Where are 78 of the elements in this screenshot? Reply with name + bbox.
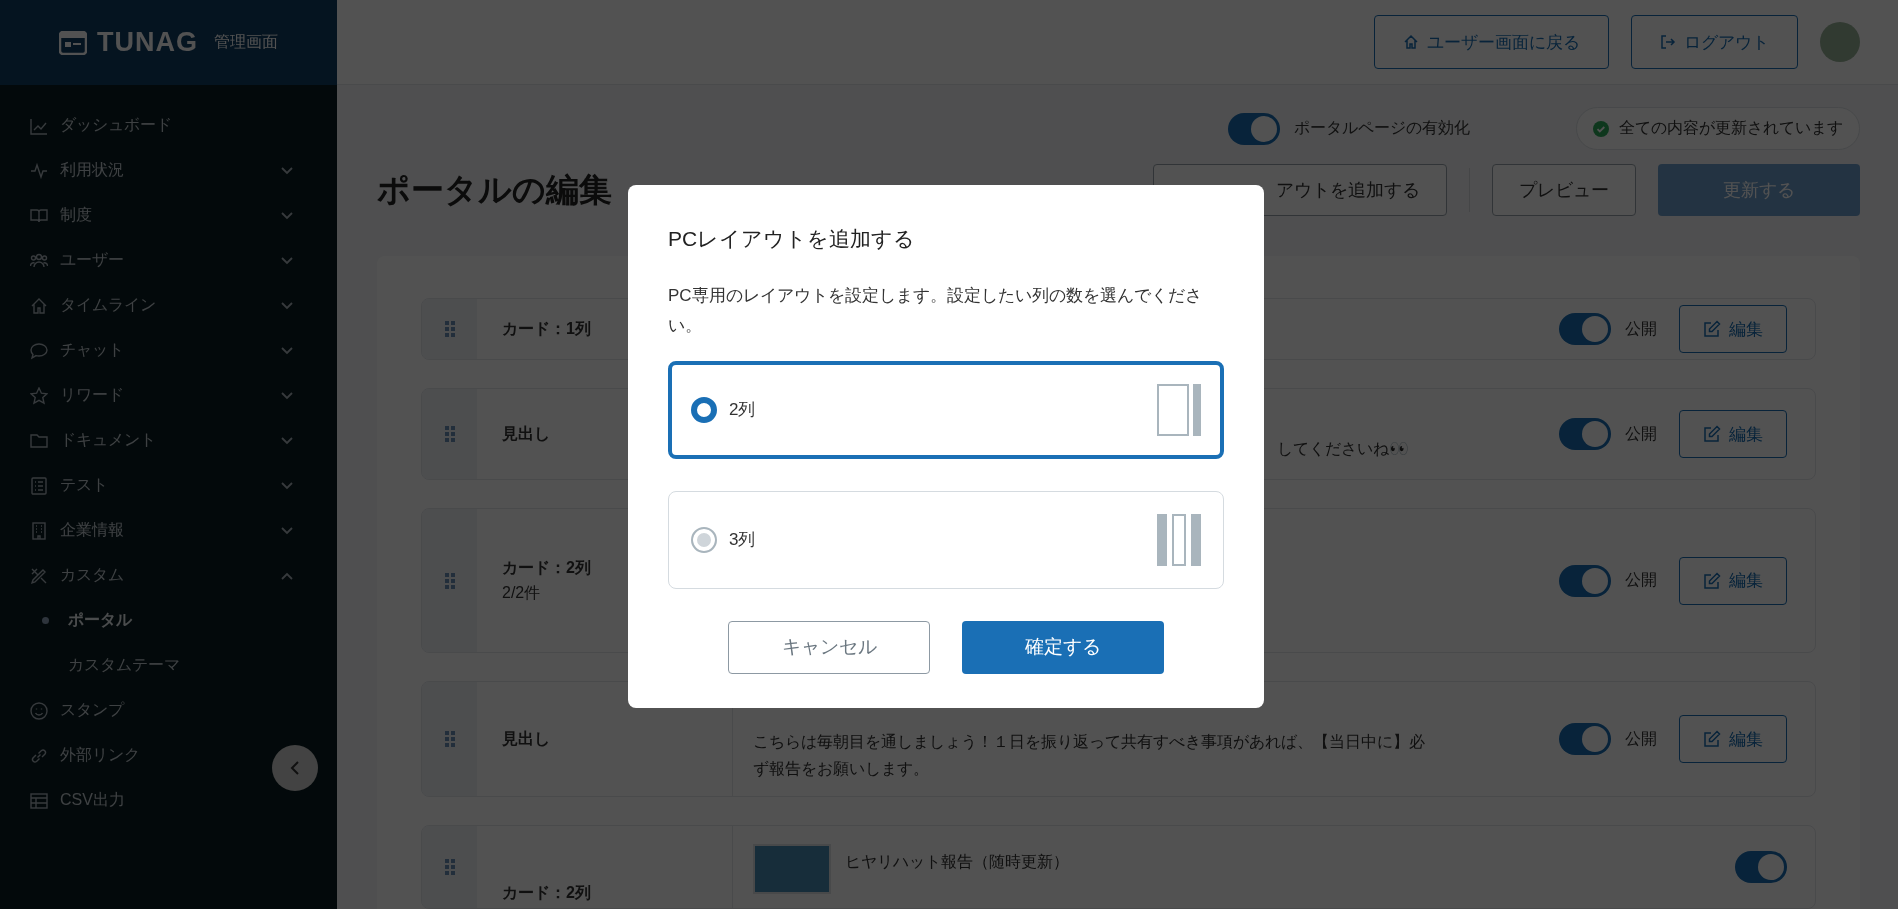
edit-icon — [1703, 730, 1721, 749]
building-icon — [30, 521, 48, 540]
publish-label: 公開 — [1625, 423, 1657, 444]
heading-description: してくださいね👀 — [1277, 438, 1410, 459]
edit-button[interactable]: 編集 — [1679, 556, 1787, 605]
dialog-description: PC専用のレイアウトを設定します。設定したい列の数を選んでください。 — [668, 285, 1203, 337]
edit-button[interactable]: 編集 — [1679, 305, 1787, 353]
block-type-label: 見出し — [502, 728, 550, 749]
drag-dots-icon — [444, 859, 455, 876]
radio-button[interactable] — [691, 396, 717, 423]
publish-toggle[interactable] — [1735, 851, 1787, 884]
drag-dots-icon — [444, 572, 455, 589]
logout-icon — [1660, 34, 1676, 50]
book-icon — [30, 206, 48, 225]
chevron-left-icon — [290, 761, 300, 775]
status-badge: 全ての内容が更新されています — [1576, 107, 1860, 150]
collapse-button[interactable] — [272, 745, 318, 791]
selected-dot-icon — [42, 617, 49, 624]
publish-label: 公開 — [1625, 570, 1657, 590]
item-count: 2/2件 — [502, 582, 541, 603]
publish-toggle[interactable] — [1559, 418, 1611, 450]
logo-text: TUNAG — [97, 27, 198, 58]
edit-button[interactable]: 編集 — [1679, 715, 1787, 764]
block-type-label: カード：2列 — [502, 557, 591, 578]
dialog-title: PCレイアウトを追加する — [668, 226, 917, 252]
list-icon — [30, 476, 48, 495]
home-icon — [1403, 34, 1419, 50]
heading-description: こちらは毎朝目を通しましょう！１日を振り返って共有すべき事項があれば、【当日中に】必ず報告をお願いします。 — [753, 732, 1426, 780]
publish-toggle[interactable] — [1559, 313, 1611, 345]
layout-option[interactable]: 3列 — [668, 490, 1224, 589]
logo-icon — [59, 30, 87, 55]
check-icon — [1593, 120, 1609, 137]
table-icon — [30, 791, 48, 810]
layout-option[interactable]: 2列 — [668, 360, 1224, 459]
sidebar-subitem[interactable]: ポータル — [0, 598, 337, 643]
block-type-label: カード：2列 — [502, 883, 591, 904]
smile-icon — [30, 701, 48, 720]
block-type-label: 見出し — [502, 423, 550, 444]
back-to-user-screen-button[interactable]: ユーザー画面に戻る — [1374, 15, 1609, 69]
star-icon — [30, 386, 48, 405]
radio-button[interactable] — [691, 526, 717, 553]
three-column-layout-icon — [1157, 513, 1201, 566]
publish-label: 公開 — [1625, 318, 1657, 339]
confirm-button[interactable]: 確定する — [962, 620, 1164, 674]
edit-icon — [1703, 425, 1721, 443]
portal-toggle[interactable] — [1228, 112, 1280, 145]
drag-handle[interactable] — [422, 509, 477, 652]
card-title: ヒヤリハット報告（随時更新） — [845, 852, 1069, 873]
toggle-label: ポータルページの有効化 — [1294, 118, 1470, 138]
drag-dots-icon — [444, 321, 455, 337]
page-title: ポータルの編集 — [377, 169, 612, 210]
drag-dots-icon — [444, 426, 455, 442]
two-column-layout-icon — [1157, 383, 1201, 436]
drag-handle[interactable] — [422, 682, 477, 797]
logout-button[interactable]: ログアウト — [1631, 15, 1798, 69]
link-icon — [30, 746, 48, 765]
drag-handle[interactable] — [422, 826, 477, 909]
drag-handle[interactable] — [422, 299, 477, 359]
drag-handle[interactable] — [422, 389, 477, 479]
tools-icon — [30, 566, 48, 585]
home-icon — [30, 296, 48, 315]
chat-icon — [30, 341, 48, 360]
users-icon — [30, 251, 48, 270]
preview-button[interactable]: プレビュー — [1492, 164, 1636, 216]
publish-toggle[interactable] — [1559, 564, 1611, 597]
edit-button[interactable]: 編集 — [1679, 410, 1787, 458]
publish-label: 公開 — [1625, 728, 1657, 749]
edit-icon — [1703, 320, 1721, 338]
pulse-icon — [30, 161, 48, 180]
edit-icon — [1703, 571, 1721, 590]
chart-icon — [30, 116, 48, 135]
publish-toggle[interactable] — [1559, 723, 1611, 756]
block-type-label: カード：1列 — [502, 318, 591, 339]
drag-dots-icon — [444, 731, 455, 748]
cancel-button[interactable]: キャンセル — [728, 620, 930, 674]
folder-icon — [30, 431, 48, 450]
logo-subtitle: 管理画面 — [214, 32, 278, 52]
avatar[interactable] — [1820, 22, 1860, 62]
